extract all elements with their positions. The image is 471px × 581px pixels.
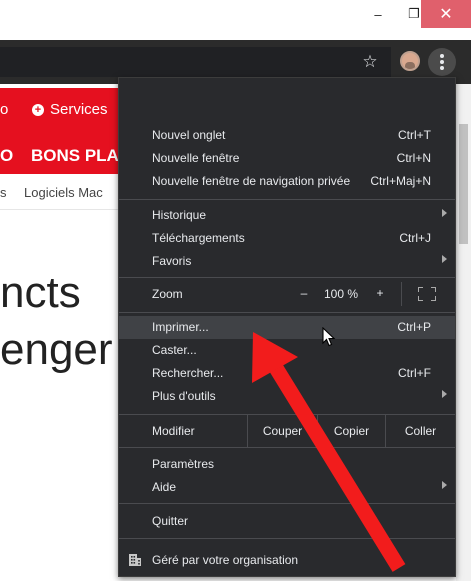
kebab-menu-button[interactable] <box>428 48 456 76</box>
chevron-right-icon <box>442 481 447 489</box>
zoom-divider <box>401 282 402 306</box>
menu-item-cast[interactable]: Caster... <box>119 339 455 362</box>
bons-plans-link[interactable]: BONS PLA <box>31 146 119 166</box>
subnav-logiciels-mac[interactable]: Logiciels Mac <box>24 185 103 200</box>
menu-item-history[interactable]: Historique <box>119 204 455 227</box>
menu-item-shortcut: Ctrl+N <box>396 151 431 165</box>
menu-item-label: Paramètres <box>152 457 215 471</box>
menu-item-bookmarks[interactable]: Favoris <box>119 250 455 273</box>
zoom-label: Zoom <box>152 287 183 301</box>
menu-item-print[interactable]: Imprimer... Ctrl+P <box>119 316 455 339</box>
minimize-button[interactable]: – <box>360 0 396 28</box>
page-scrollbar[interactable] <box>456 84 471 581</box>
avatar[interactable] <box>400 51 420 71</box>
subnav-fragment: s <box>0 185 7 200</box>
menu-item-label: Caster... <box>152 343 197 357</box>
menu-divider <box>119 199 455 200</box>
menu-item-downloads[interactable]: Téléchargements Ctrl+J <box>119 227 455 250</box>
menu-divider <box>119 538 455 539</box>
menu-item-settings[interactable]: Paramètres <box>119 453 455 476</box>
nav-fragment: o <box>0 101 9 118</box>
menu-item-new-tab[interactable]: Nouvel onglet Ctrl+T <box>119 124 455 147</box>
menu-item-label: Plus d'outils <box>152 389 216 403</box>
menu-divider <box>119 503 455 504</box>
fullscreen-icon[interactable] <box>418 287 436 301</box>
plus-circle-icon: + <box>32 103 44 116</box>
menu-item-label: Nouvelle fenêtre <box>152 151 240 165</box>
kebab-dot <box>440 66 444 70</box>
kebab-icon <box>440 54 444 58</box>
article-heading-line2: enger <box>0 325 113 374</box>
copy-button[interactable]: Copier <box>318 415 385 447</box>
zoom-level: 100 % <box>324 287 359 301</box>
menu-item-label: Imprimer... <box>152 320 209 334</box>
services-link[interactable]: + Services <box>32 101 108 118</box>
menu-item-label: Historique <box>152 208 207 222</box>
menu-item-quit[interactable]: Quitter <box>119 510 455 533</box>
menu-item-label: Téléchargements <box>152 231 245 245</box>
kebab-dot <box>440 60 444 64</box>
fs-corner <box>418 296 423 301</box>
menu-divider <box>119 312 455 313</box>
edit-label: Modifier <box>152 424 195 438</box>
menu-divider <box>119 447 455 448</box>
menu-item-label: Géré par votre organisation <box>152 553 299 567</box>
chevron-right-icon <box>442 255 447 263</box>
menu-item-label: Favoris <box>152 254 192 268</box>
menu-item-shortcut: Ctrl+P <box>397 320 431 334</box>
browser-menu: Nouvel onglet Ctrl+T Nouvelle fenêtre Ct… <box>118 77 456 577</box>
menu-item-label: Aide <box>152 480 177 494</box>
fs-corner <box>431 296 436 301</box>
address-bar[interactable] <box>0 47 391 77</box>
article-heading-line1: ncts <box>0 268 81 317</box>
services-label: Services <box>50 101 108 118</box>
zoom-out-button[interactable]: – <box>297 286 311 300</box>
menu-zoom-row: Zoom – 100 % + <box>119 278 455 310</box>
menu-item-more-tools[interactable]: Plus d'outils <box>119 385 455 408</box>
menu-item-find[interactable]: Rechercher... Ctrl+F <box>119 362 455 385</box>
menu-item-label: Quitter <box>152 514 189 528</box>
menu-item-label: Nouvel onglet <box>152 128 226 142</box>
building-icon <box>129 554 141 566</box>
fs-corner <box>418 287 423 292</box>
menu-item-shortcut: Ctrl+Maj+N <box>370 174 431 188</box>
menu-item-shortcut: Ctrl+T <box>398 128 431 142</box>
menu-item-managed-by-org[interactable]: Géré par votre organisation <box>119 545 455 576</box>
screenshot-root: – ❐ ✕ ☆ o + Services O BONS PLA s Logici… <box>0 0 471 581</box>
chevron-right-icon <box>442 390 447 398</box>
mouse-cursor-icon <box>322 327 336 347</box>
menu-item-label: Nouvelle fenêtre de navigation privée <box>152 174 351 188</box>
chevron-right-icon <box>442 209 447 217</box>
menu-item-shortcut: Ctrl+F <box>398 366 431 380</box>
scrollbar-thumb[interactable] <box>459 124 468 244</box>
paste-button[interactable]: Coller <box>386 415 455 447</box>
zoom-in-button[interactable]: + <box>373 286 387 300</box>
menu-item-shortcut: Ctrl+J <box>399 231 431 245</box>
star-icon[interactable]: ☆ <box>359 50 381 74</box>
menu-edit-row: Modifier Couper Copier Coller <box>119 415 455 447</box>
menu-item-label: Rechercher... <box>152 366 224 380</box>
cut-button[interactable]: Couper <box>248 415 317 447</box>
close-button[interactable]: ✕ <box>421 0 471 28</box>
menu-item-help[interactable]: Aide <box>119 476 455 499</box>
menu-item-new-window[interactable]: Nouvelle fenêtre Ctrl+N <box>119 147 455 170</box>
fs-corner <box>431 287 436 292</box>
promo-fragment: O <box>0 146 14 165</box>
menu-item-incognito-window[interactable]: Nouvelle fenêtre de navigation privée Ct… <box>119 170 455 193</box>
